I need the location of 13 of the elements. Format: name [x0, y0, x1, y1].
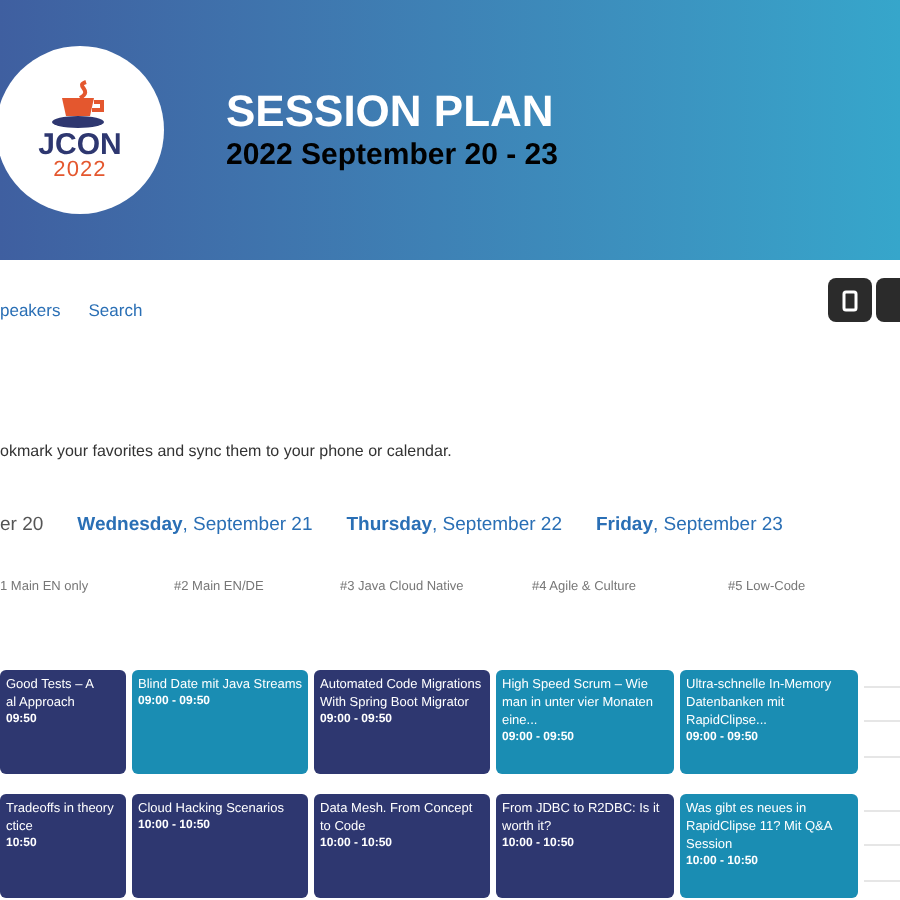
day-tab[interactable]: er 20 [0, 512, 44, 541]
page-title: SESSION PLAN [226, 83, 556, 139]
day-tab[interactable]: Thursday, September 22 [346, 512, 562, 541]
day-tab[interactable]: Wednesday, September 21 [77, 512, 313, 541]
logo-text: JCON [38, 130, 122, 160]
logo-year: 2022 [53, 160, 107, 182]
phone-icon [842, 289, 858, 311]
nav-link[interactable]: Search [88, 297, 143, 323]
day-tab[interactable]: Friday, September 23 [595, 512, 783, 541]
nav-link[interactable]: peakers [0, 297, 61, 323]
intro-text: okmark your favorites and sync them to your phone or calendar. [0, 440, 454, 464]
mobile-view-button[interactable] [828, 278, 872, 322]
page-subtitle: 2022 September 20 - 23 [226, 138, 558, 177]
